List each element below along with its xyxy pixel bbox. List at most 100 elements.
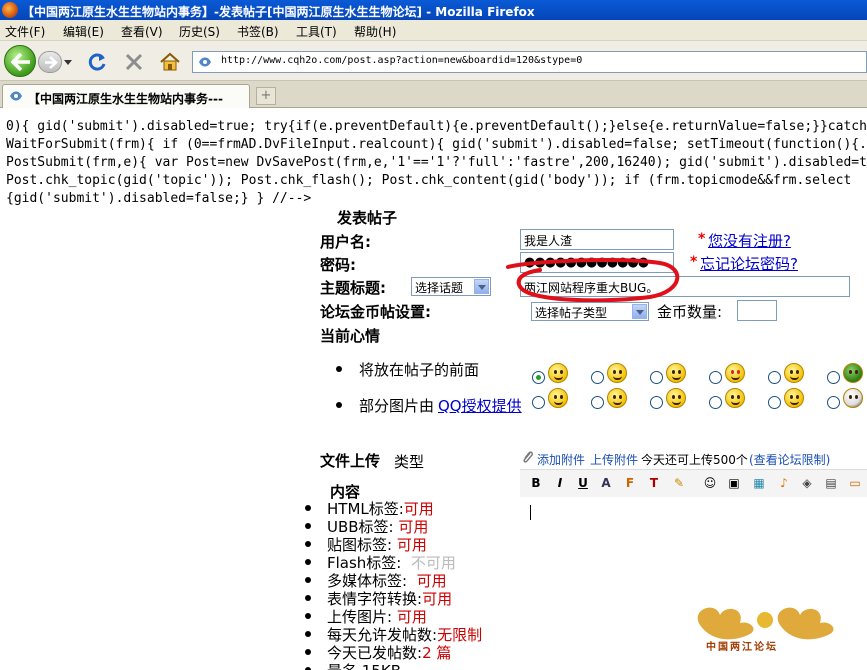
tongue-face-icon: [784, 363, 804, 383]
list-bullet: [305, 631, 311, 637]
bold-icon[interactable]: B: [527, 474, 545, 492]
list-bullet: [305, 523, 311, 529]
list-bullet: [305, 577, 311, 583]
menu-bar: 文件(F) 编辑(E) 查看(V) 历史(S) 书签(B) 工具(T) 帮助(H…: [0, 20, 867, 41]
permission-label: 最名 15KB: [327, 662, 401, 670]
permission-value: 2 篇: [422, 644, 452, 662]
media-icon[interactable]: ▣: [725, 474, 743, 492]
upload-label: 文件上传: [320, 452, 381, 470]
window-title: 【中国两江原生水生生物站内事务】-发表帖子[中国两江原生水生生物论坛] - Mo…: [22, 5, 535, 19]
insert-icon[interactable]: ▭: [846, 474, 864, 492]
menu-help[interactable]: 帮助(H): [354, 23, 396, 40]
mood-radio[interactable]: [827, 371, 840, 384]
page-content: 0){ gid('submit').disabled=true; try{if(…: [0, 109, 867, 670]
red-annotation-ellipse: [506, 258, 680, 303]
menu-view[interactable]: 查看(V): [121, 23, 163, 40]
topic-select-value: 选择话题: [415, 281, 464, 295]
italic-icon[interactable]: I: [551, 474, 569, 492]
think-face-icon: [548, 388, 568, 408]
highlight-icon[interactable]: ✎: [670, 474, 688, 492]
menu-history[interactable]: 历史(S): [179, 23, 220, 40]
image-icon[interactable]: ▦: [750, 474, 768, 492]
home-icon[interactable]: [159, 51, 181, 73]
mood-radio[interactable]: [709, 396, 722, 409]
list-bullet: [305, 595, 311, 601]
chevron-down-icon: [474, 279, 489, 294]
navigation-toolbar: http://www.cqh2o.com/post.asp?action=new…: [0, 41, 867, 81]
turtle-face-icon: [843, 363, 863, 383]
forward-button[interactable]: [38, 51, 62, 73]
arrow-left-icon: [11, 53, 30, 71]
font-family-icon[interactable]: F: [621, 474, 639, 492]
paperclip-icon: [523, 451, 533, 463]
menu-bookmarks[interactable]: 书签(B): [237, 23, 279, 40]
code-icon[interactable]: ◈: [798, 474, 816, 492]
table-icon[interactable]: ▤: [822, 474, 840, 492]
add-attachment-link[interactable]: 添加附件: [537, 451, 585, 468]
qq-auth-link[interactable]: QQ授权提供: [438, 395, 522, 416]
cry-face-icon: [666, 388, 686, 408]
menu-tools[interactable]: 工具(T): [296, 23, 337, 40]
mood-radio[interactable]: [768, 396, 781, 409]
list-bullet: [305, 649, 311, 655]
username-label: 用户名:: [320, 233, 371, 251]
script-text-line: 0){ gid('submit').disabled=true; try{if(…: [6, 119, 867, 134]
forum-limits-link[interactable]: (查看论坛限制): [749, 451, 830, 468]
gold-amount-input[interactable]: [737, 300, 777, 321]
tab-label: 【中国两江原生水生生物站内事务---: [28, 92, 223, 106]
list-bullet: [305, 541, 311, 547]
forum-watermark-logo: 中国两江论坛: [670, 595, 860, 665]
list-bullet: [305, 613, 311, 619]
firefox-logo-icon: [2, 2, 18, 18]
menu-edit[interactable]: 编辑(E): [63, 23, 104, 40]
mood-label: 当前心情: [320, 327, 381, 345]
post-type-select[interactable]: 选择帖子类型: [531, 302, 649, 321]
upload-type-label: 类型: [394, 453, 425, 471]
chevron-down-icon: [632, 304, 647, 319]
mood-note: 将放在帖子的前面: [359, 361, 480, 379]
tab-current[interactable]: 【中国两江原生水生生物站内事务---: [2, 84, 250, 108]
love-face-icon: [725, 363, 745, 383]
mood-radio[interactable]: [532, 371, 545, 384]
menu-file[interactable]: 文件(F): [5, 23, 45, 40]
watermark-text: 中国两江论坛: [706, 642, 778, 653]
register-link[interactable]: 您没有注册?: [708, 230, 791, 251]
emoticon-icon[interactable]: ☺: [701, 474, 719, 492]
address-bar[interactable]: http://www.cqh2o.com/post.asp?action=new…: [192, 51, 867, 73]
forgot-password-link[interactable]: 忘记论坛密码?: [700, 253, 798, 274]
text-size-icon[interactable]: T: [645, 474, 663, 492]
music-icon[interactable]: ♪: [775, 474, 793, 492]
laugh-face-icon: [607, 363, 627, 383]
topic-select[interactable]: 选择话题: [411, 277, 491, 296]
mood-radio[interactable]: [591, 371, 604, 384]
password-label: 密码:: [320, 256, 356, 274]
stop-icon[interactable]: [123, 51, 145, 73]
mood-radio[interactable]: [768, 371, 781, 384]
gold-post-label: 论坛金币帖设置:: [320, 303, 431, 321]
reload-icon[interactable]: [86, 51, 108, 73]
back-button[interactable]: [4, 45, 36, 77]
history-dropdown-icon[interactable]: [63, 57, 73, 67]
mood-radio[interactable]: [532, 396, 545, 409]
site-favicon-icon: [10, 91, 22, 101]
username-input[interactable]: 我是人渣: [520, 229, 674, 250]
underline-icon[interactable]: U: [574, 474, 592, 492]
post-type-select-value: 选择帖子类型: [535, 306, 608, 320]
list-bullet: [336, 366, 342, 372]
script-text-line: Post.chk_topic(gid('topic')); Post.chk_f…: [6, 173, 852, 188]
upload-attachment-link[interactable]: 上传附件: [590, 451, 638, 468]
new-tab-button[interactable]: +: [256, 87, 276, 105]
arrow-right-icon: [45, 56, 58, 69]
site-favicon-icon: [199, 57, 211, 67]
list-bullet: [305, 505, 311, 511]
script-text-line: PostSubmit(frm,e){ var Post=new DvSavePo…: [6, 155, 867, 170]
mood-radio[interactable]: [827, 396, 840, 409]
mood-radio[interactable]: [709, 371, 722, 384]
font-color-icon[interactable]: A: [597, 474, 615, 492]
mood-credit-text: 部分图片由: [359, 397, 435, 415]
required-star-icon: *: [698, 231, 706, 247]
mood-radio[interactable]: [650, 371, 663, 384]
mood-radio[interactable]: [650, 396, 663, 409]
text-cursor: [530, 505, 531, 520]
mood-radio[interactable]: [591, 396, 604, 409]
